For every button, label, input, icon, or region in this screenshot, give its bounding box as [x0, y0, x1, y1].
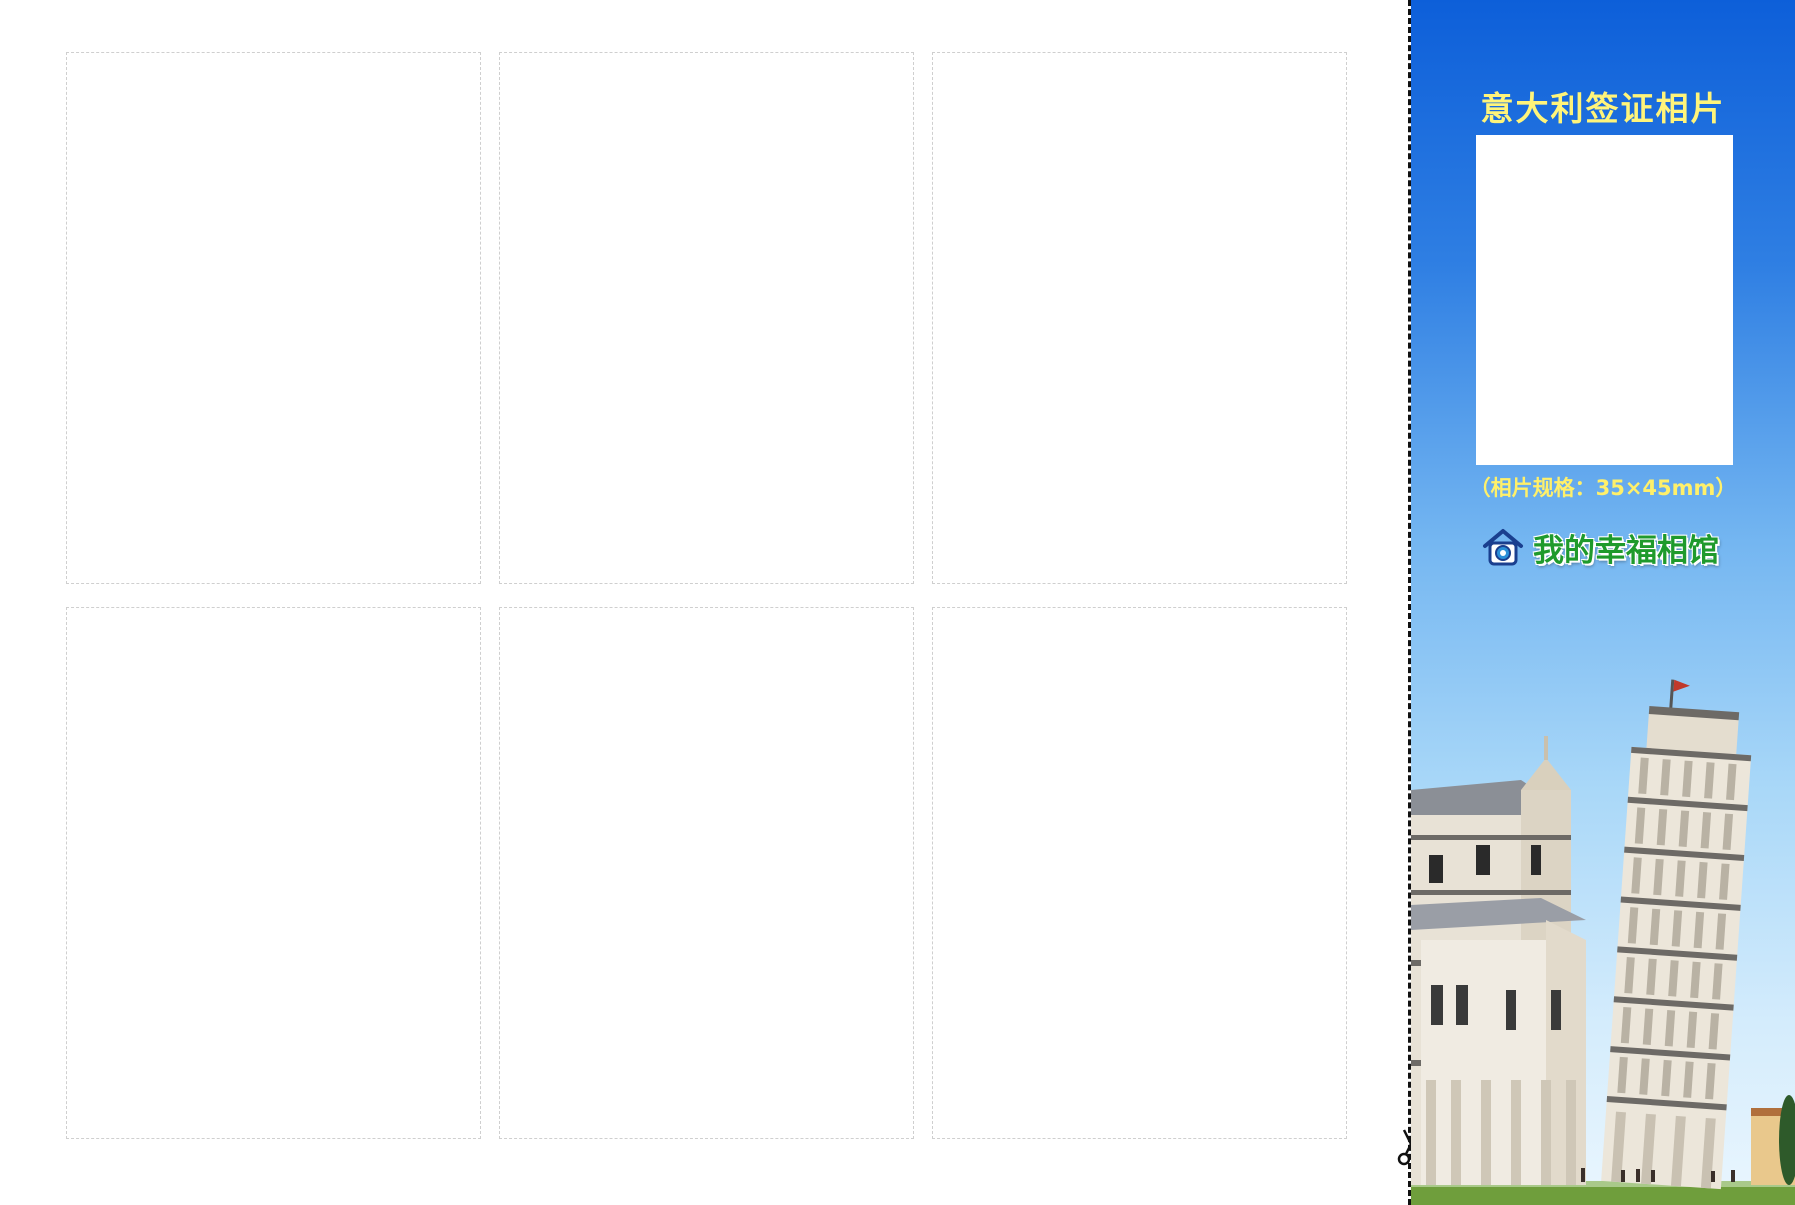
photo-slot-grid	[0, 0, 1405, 1205]
info-panel: 意大利签证相片 （相片规格：35×45mm） 我的幸福相馆	[1411, 0, 1795, 1205]
panel-title: 意大利签证相片	[1480, 89, 1726, 128]
sample-photo-frame	[1476, 135, 1733, 465]
pisa-landmark-illustration	[1411, 679, 1795, 1205]
brand-logo: 我的幸福相馆	[1481, 524, 1719, 570]
photo-slot[interactable]	[66, 607, 481, 1139]
brand-name: 我的幸福相馆	[1533, 532, 1719, 569]
photo-slot[interactable]	[932, 607, 1347, 1139]
photo-slot[interactable]	[932, 52, 1347, 584]
photo-slot[interactable]	[499, 52, 914, 584]
cathedral-shape	[1411, 736, 1586, 1185]
photo-slot[interactable]	[499, 607, 914, 1139]
leaning-tower-shape	[1601, 679, 1752, 1190]
camera-house-icon	[1483, 529, 1523, 566]
photo-slot[interactable]	[66, 52, 481, 584]
photo-spec-label: （相片规格：35×45mm）	[1469, 476, 1737, 500]
